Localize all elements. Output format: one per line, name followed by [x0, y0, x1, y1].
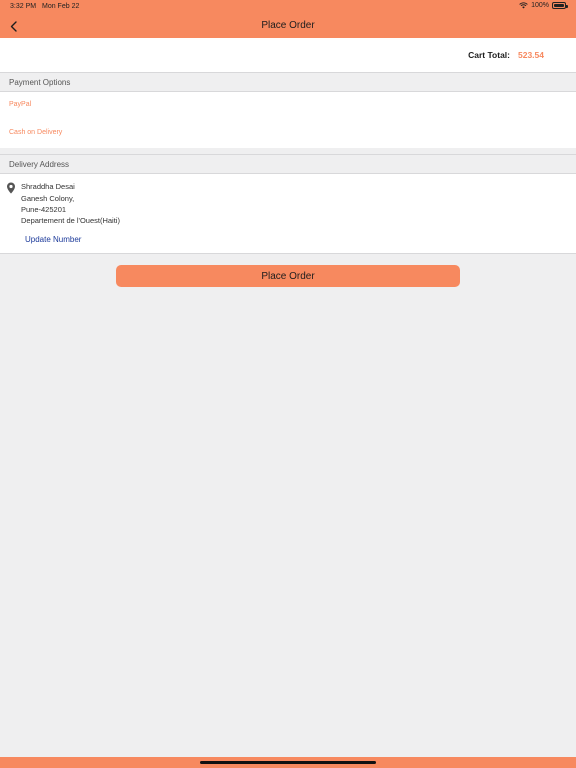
payment-options-title: Payment Options [9, 78, 71, 87]
cart-total-label: Cart Total: [468, 50, 510, 60]
status-date: Mon Feb 22 [42, 3, 80, 10]
payment-options-list: PayPal Cash on Delivery [0, 92, 576, 148]
wifi-icon [519, 2, 528, 9]
address-line-2: Pune-425201 [21, 205, 67, 214]
status-indicators: 100% [519, 2, 568, 9]
place-order-button[interactable]: Place Order [116, 265, 460, 287]
delivery-address-title: Delivery Address [9, 160, 70, 169]
address-name: Shraddha Desai [21, 182, 75, 191]
payment-options-header: Payment Options [0, 72, 576, 92]
payment-option-cash-on-delivery[interactable]: Cash on Delivery [9, 129, 62, 136]
status-time: 3:32 PM [10, 3, 37, 10]
address-line-3: Departement de l'Ouest(Haiti) [21, 216, 120, 225]
battery-icon [552, 2, 568, 9]
home-indicator [200, 761, 376, 764]
cart-total-value: 523.54 [518, 50, 544, 60]
battery-percent: 100% [531, 2, 549, 9]
map-pin-icon [7, 182, 15, 194]
page-title: Place Order [261, 20, 315, 31]
navigation-bar: 3:32 PM Mon Feb 22 100% Place Order [0, 0, 576, 38]
cart-total-row: Cart Total: 523.54 [0, 38, 576, 72]
update-number-link[interactable]: Update Number [25, 235, 81, 244]
payment-option-paypal[interactable]: PayPal [9, 101, 31, 108]
address-line-1: Ganesh Colony, [21, 194, 75, 203]
place-order-screen: 3:32 PM Mon Feb 22 100% Place Order Cart… [0, 0, 576, 768]
delivery-address-card: Shraddha Desai Ganesh Colony, Pune-42520… [0, 174, 576, 254]
delivery-address-header: Delivery Address [0, 154, 576, 174]
